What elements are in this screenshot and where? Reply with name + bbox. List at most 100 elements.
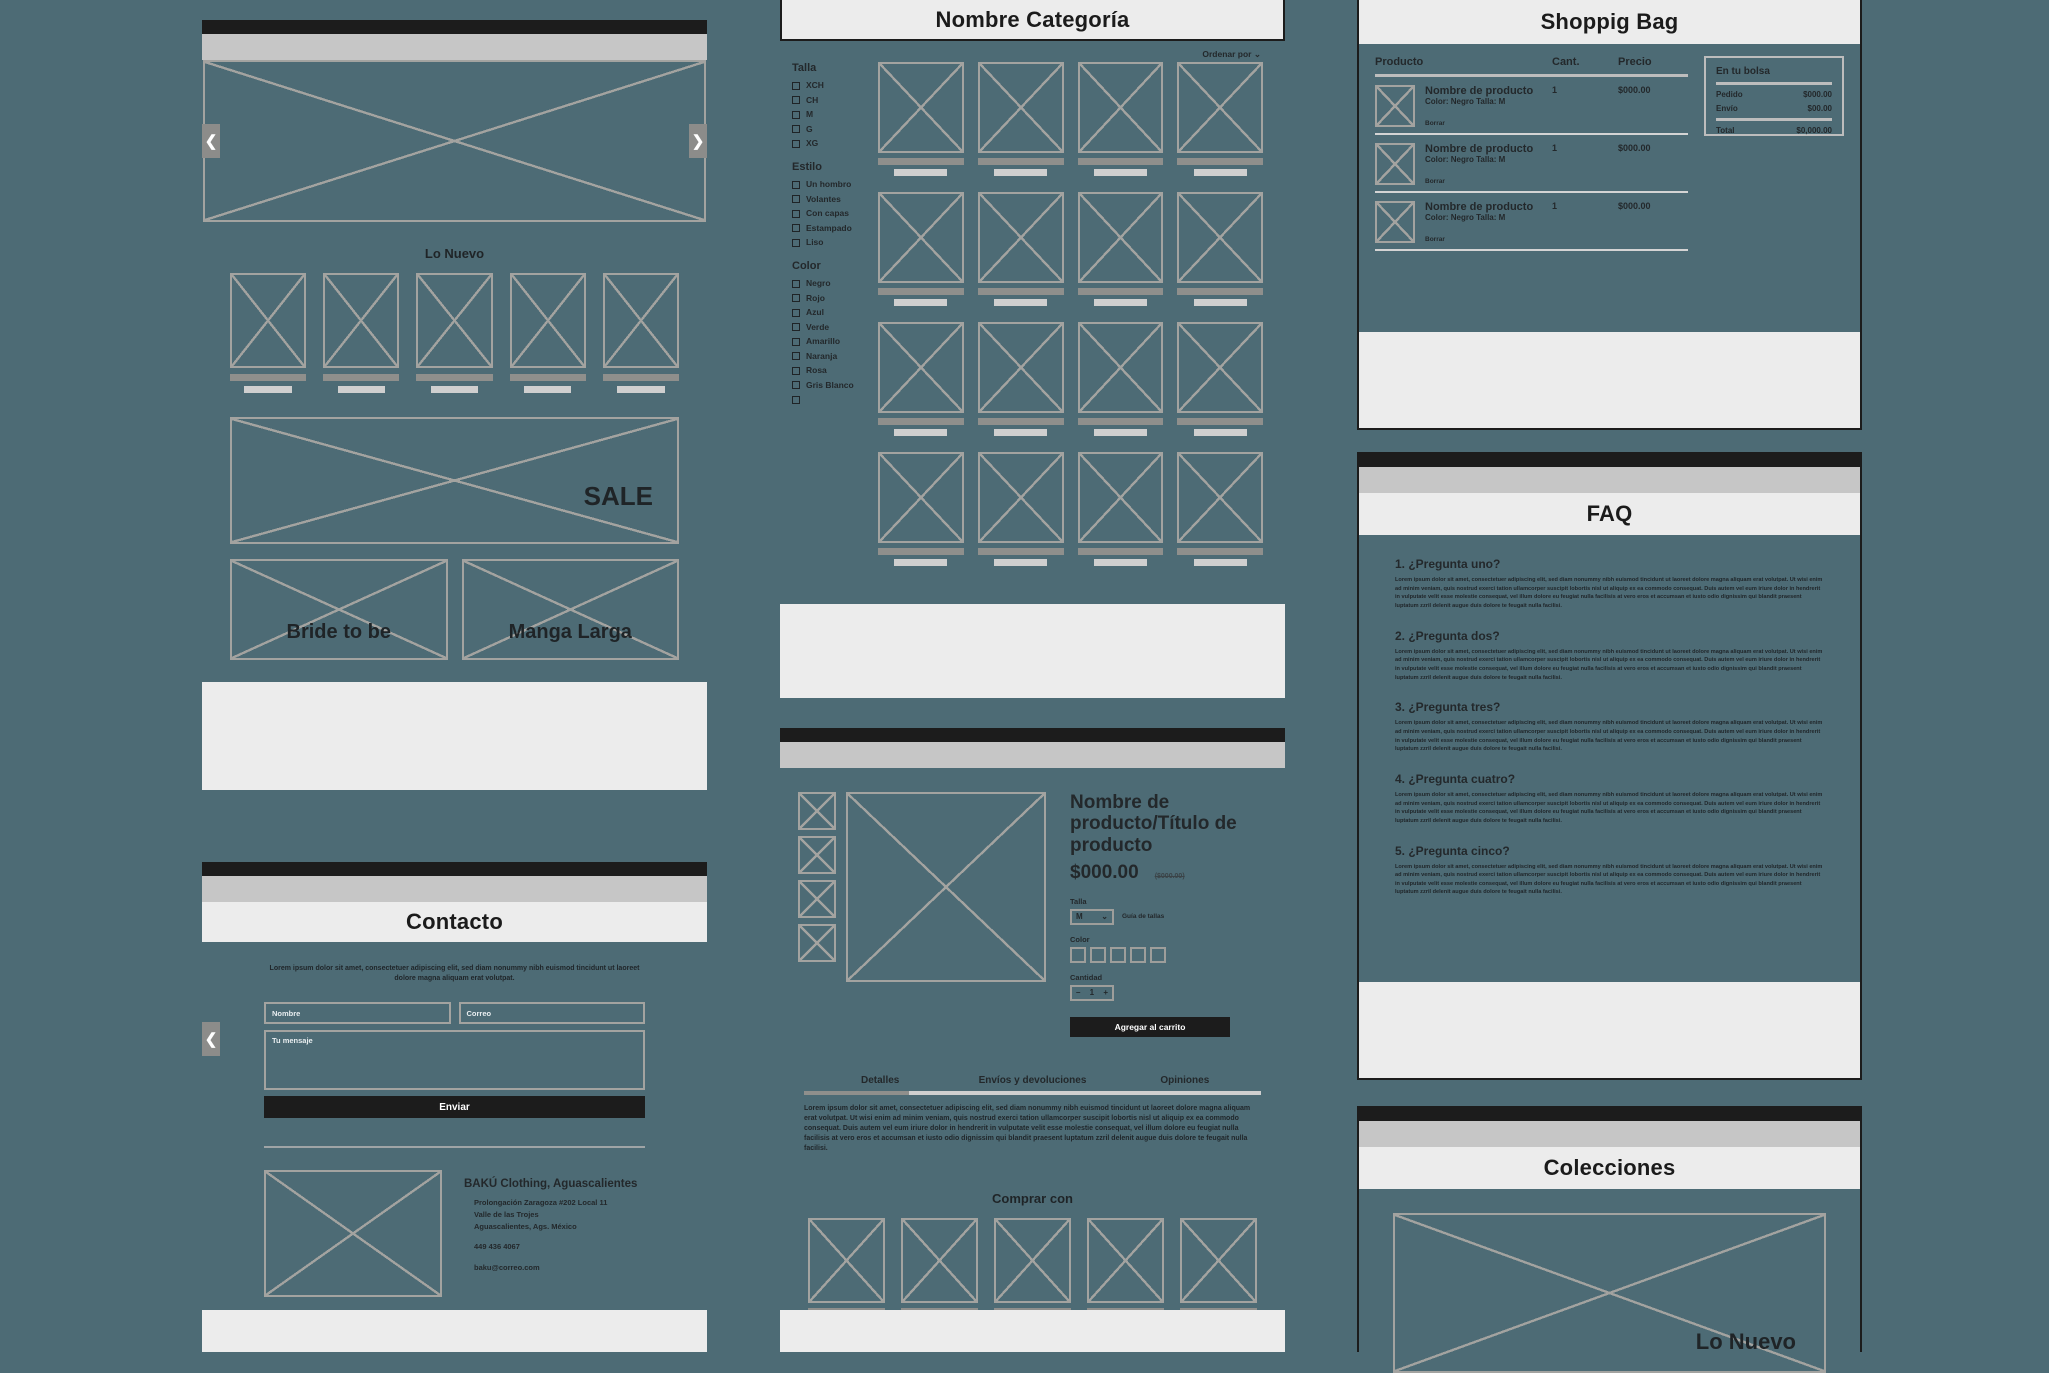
product-card-image[interactable] <box>878 62 964 153</box>
product-card-image[interactable] <box>1077 322 1164 413</box>
home-hero-image[interactable] <box>203 60 706 222</box>
checkbox-icon[interactable] <box>792 180 800 189</box>
grid-product-card[interactable] <box>1177 192 1263 306</box>
home-sale-banner[interactable]: SALE <box>230 417 679 544</box>
product-qty-stepper[interactable]: – 1 + <box>1070 984 1114 1001</box>
table-row[interactable]: Nombre de producto Color: Negro Talla: M… <box>1375 85 1688 127</box>
hero-next-button[interactable]: ❯ <box>689 124 707 158</box>
product-card-image[interactable] <box>1177 192 1263 283</box>
product-card-image[interactable] <box>994 1217 1071 1303</box>
tab-opiniones[interactable]: Opiniones <box>1109 1075 1261 1086</box>
filter-option-estampado[interactable]: Estampado <box>792 223 864 233</box>
faq-item[interactable]: 3. ¿Pregunta tres? Lorem ipsum dolor sit… <box>1395 700 1824 754</box>
checkbox-icon[interactable] <box>792 238 800 247</box>
grid-product-card[interactable] <box>1177 62 1263 176</box>
product-card-image[interactable] <box>977 192 1064 283</box>
cart-item-image[interactable] <box>1375 85 1415 127</box>
product-card-image[interactable] <box>1177 62 1263 153</box>
filter-option-ch[interactable]: CH <box>792 95 864 105</box>
checkbox-icon[interactable] <box>792 209 800 218</box>
store-map-image[interactable] <box>264 1170 442 1298</box>
filter-option-extra[interactable] <box>792 394 864 404</box>
color-swatch[interactable] <box>1130 946 1146 963</box>
contact-submit-button[interactable]: Enviar <box>264 1096 645 1119</box>
contact-navbar[interactable] <box>202 876 707 902</box>
grid-product-card[interactable] <box>1077 62 1164 176</box>
product-main-image[interactable] <box>846 792 1046 982</box>
filter-option-m[interactable]: M <box>792 109 864 119</box>
filter-option-rosa[interactable]: Rosa <box>792 365 864 375</box>
size-guide-link[interactable]: Guía de tallas <box>1122 913 1164 920</box>
home-navbar[interactable] <box>202 34 707 60</box>
product-navbar[interactable] <box>780 742 1285 768</box>
color-swatch[interactable] <box>1070 946 1086 963</box>
filter-option-gris-blanco[interactable]: Gris Blanco <box>792 380 864 390</box>
filter-option-un-hombro[interactable]: Un hombro <box>792 179 864 189</box>
filter-option-con-capas[interactable]: Con capas <box>792 208 864 218</box>
product-card-image[interactable] <box>977 322 1064 413</box>
checkbox-icon[interactable] <box>792 110 800 119</box>
grid-product-card[interactable] <box>977 452 1064 566</box>
tab-envios-devoluciones[interactable]: Envíos y devoluciones <box>956 1075 1108 1086</box>
product-card-image[interactable] <box>1177 322 1263 413</box>
grid-product-card[interactable] <box>977 192 1064 306</box>
faq-item[interactable]: 1. ¿Pregunta uno? Lorem ipsum dolor sit … <box>1395 557 1824 611</box>
cart-item-remove-link[interactable]: Borrar <box>1425 178 1552 185</box>
cart-item-remove-link[interactable]: Borrar <box>1425 120 1552 127</box>
grid-product-card[interactable] <box>977 322 1064 436</box>
sort-by-dropdown[interactable]: Ordenar por ⌄ <box>1202 49 1261 60</box>
filter-option-azul[interactable]: Azul <box>792 307 864 317</box>
color-swatch[interactable] <box>1150 946 1166 963</box>
grid-product-card[interactable] <box>878 192 964 306</box>
checkbox-icon[interactable] <box>792 395 800 404</box>
checkbox-icon[interactable] <box>792 224 800 233</box>
contact-prev-button[interactable]: ❮ <box>202 1022 220 1056</box>
product-card-image[interactable] <box>1077 452 1164 543</box>
checkbox-icon[interactable] <box>792 352 800 361</box>
grid-product-card[interactable] <box>1077 322 1164 436</box>
product-card-image[interactable] <box>878 192 964 283</box>
checkbox-icon[interactable] <box>792 81 800 90</box>
product-card-image[interactable] <box>1077 62 1164 153</box>
checkbox-icon[interactable] <box>792 366 800 375</box>
grid-product-card[interactable] <box>1177 452 1263 566</box>
checkbox-icon[interactable] <box>792 294 800 303</box>
filter-option-liso[interactable]: Liso <box>792 237 864 247</box>
tile-manga-larga[interactable]: Manga Larga <box>461 559 679 660</box>
faq-item[interactable]: 2. ¿Pregunta dos? Lorem ipsum dolor sit … <box>1395 629 1824 683</box>
color-swatch[interactable] <box>1090 946 1106 963</box>
qty-plus-icon[interactable]: + <box>1103 988 1108 997</box>
filter-option-xg[interactable]: XG <box>792 138 864 148</box>
product-card-image[interactable] <box>808 1217 885 1303</box>
contact-name-input[interactable]: Nombre <box>264 1002 451 1025</box>
product-card-image[interactable] <box>878 322 964 413</box>
cart-item-image[interactable] <box>1375 143 1415 185</box>
product-card-image[interactable] <box>878 452 964 543</box>
store-email[interactable]: baku@correo.com <box>474 1262 637 1274</box>
product-card-image[interactable] <box>416 273 493 368</box>
product-card-image[interactable] <box>977 452 1064 543</box>
checkbox-icon[interactable] <box>792 381 800 390</box>
grid-product-card[interactable] <box>1077 192 1164 306</box>
filter-option-verde[interactable]: Verde <box>792 322 864 332</box>
checkbox-icon[interactable] <box>792 96 800 105</box>
filter-option-amarillo[interactable]: Amarillo <box>792 336 864 346</box>
collection-hero-tile[interactable]: Lo Nuevo <box>1393 1213 1826 1373</box>
filter-option-volantes[interactable]: Volantes <box>792 194 864 204</box>
checkbox-icon[interactable] <box>792 337 800 346</box>
product-thumbnail[interactable] <box>798 880 836 918</box>
collections-navbar[interactable] <box>1359 1121 1860 1147</box>
product-card-image[interactable] <box>901 1217 978 1303</box>
filter-option-xch[interactable]: XCH <box>792 80 864 90</box>
filter-option-g[interactable]: G <box>792 124 864 134</box>
filter-option-rojo[interactable]: Rojo <box>792 293 864 303</box>
contact-message-input[interactable]: Tu mensaje <box>264 1030 645 1091</box>
checkbox-icon[interactable] <box>792 125 800 134</box>
grid-product-card[interactable] <box>878 62 964 176</box>
filter-option-negro[interactable]: Negro <box>792 278 864 288</box>
product-card-image[interactable] <box>977 62 1064 153</box>
faq-navbar[interactable] <box>1359 467 1860 493</box>
product-thumbnail[interactable] <box>798 924 836 962</box>
product-card-image[interactable] <box>230 273 307 368</box>
faq-item[interactable]: 4. ¿Pregunta cuatro? Lorem ipsum dolor s… <box>1395 772 1824 826</box>
